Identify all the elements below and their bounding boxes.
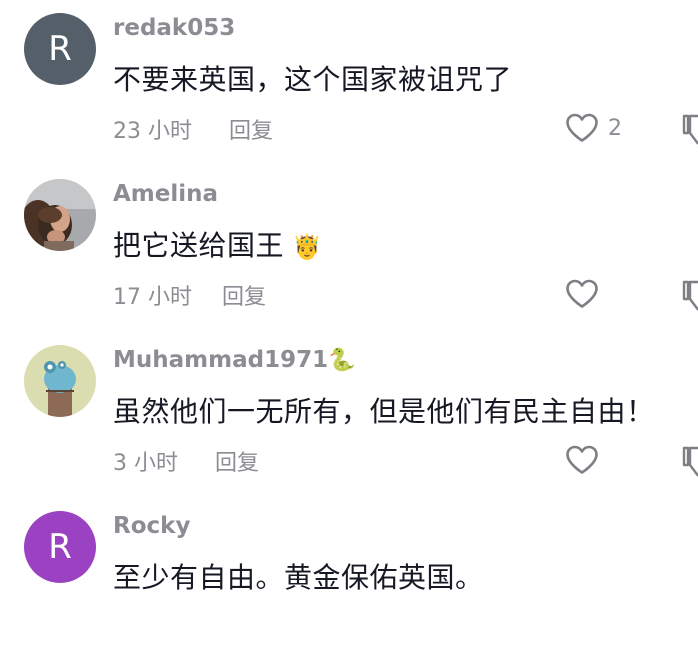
comment-text: 不要来英国，这个国家被诅咒了 (113, 63, 513, 96)
avatar-photo (24, 179, 96, 251)
comment-item: R Rocky 至少有自由。黄金保佑英国。 (0, 498, 698, 664)
comment-text: 把它送给国王 🤴 (113, 224, 322, 264)
avatar-letter: R (48, 527, 72, 567)
username[interactable]: Rocky (113, 513, 190, 539)
avatar-letter: R (48, 29, 72, 69)
reply-button[interactable]: 回复 (215, 445, 259, 477)
thumbs-down-outline-icon (682, 446, 698, 477)
heart-outline-icon (566, 113, 598, 142)
like-button[interactable] (565, 279, 599, 309)
like-button[interactable]: 2 (565, 113, 622, 143)
dislike-button[interactable] (682, 279, 698, 311)
comment-item: Amelina 把它送给国王 🤴 17 小时 回复 (0, 166, 698, 332)
heart-outline-icon (566, 279, 598, 308)
prince-emoji: 🤴 (292, 233, 323, 261)
comment-item: Muhammad1971🐍 虽然他们一无所有，但是他们有民主自由！ 3 小时 回… (0, 332, 698, 498)
comment-text: 虽然他们一无所有，但是他们有民主自由！ (113, 395, 655, 428)
avatar-illustration (24, 345, 96, 417)
avatar[interactable]: R (24, 13, 96, 85)
username[interactable]: Muhammad1971🐍 (113, 347, 356, 373)
thumbs-down-outline-icon (682, 280, 698, 311)
comment-time: 23 小时 (113, 119, 192, 144)
dislike-button[interactable] (682, 113, 698, 145)
reply-button[interactable]: 回复 (229, 113, 273, 145)
thumbs-down-outline-icon (682, 114, 698, 145)
username[interactable]: Amelina (113, 181, 218, 207)
avatar[interactable] (24, 179, 96, 251)
avatar[interactable]: R (24, 511, 96, 583)
comment-time: 3 小时 (113, 451, 178, 476)
comment-item: R redak053 不要来英国，这个国家被诅咒了 23 小时 回复 2 (0, 0, 698, 166)
username-text: Muhammad1971 (113, 347, 329, 373)
reply-button[interactable]: 回复 (222, 279, 266, 311)
like-button[interactable] (565, 445, 599, 475)
comment-text-body: 把它送给国王 (113, 229, 285, 262)
dislike-button[interactable] (682, 445, 698, 477)
comment-text: 至少有自由。黄金保佑英国。 (113, 561, 484, 594)
comment-time: 17 小时 (113, 285, 192, 310)
avatar[interactable] (24, 345, 96, 417)
username[interactable]: redak053 (113, 15, 235, 41)
snake-emoji: 🐍 (328, 348, 356, 373)
like-count: 2 (608, 115, 622, 141)
heart-outline-icon (566, 445, 598, 474)
